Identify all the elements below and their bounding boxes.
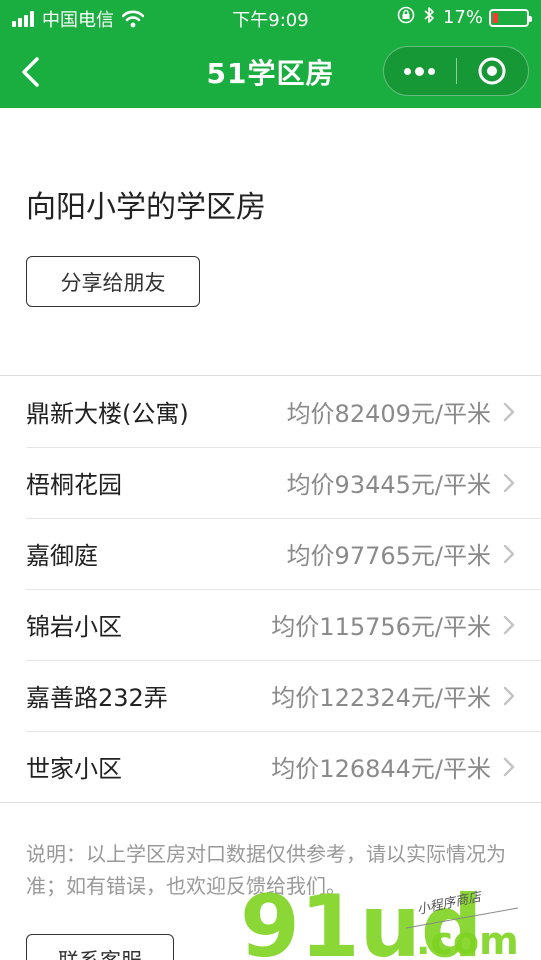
share-to-friends-button[interactable]: 分享给朋友 — [26, 256, 200, 307]
status-bar: 中国电信 下午9:09 17% — [0, 0, 541, 36]
app-header: 中国电信 下午9:09 17% 51学区房 — [0, 0, 541, 108]
battery-icon — [489, 8, 532, 27]
school-district-listings: 鼎新大楼(公寓) 均价82409元/平米 梧桐花园 均价93445元/平米 嘉御… — [0, 375, 541, 803]
listing-name: 嘉御庭 — [26, 542, 98, 570]
chevron-right-icon — [503, 686, 515, 706]
listing-name: 世家小区 — [26, 755, 122, 783]
close-mini-program-button[interactable] — [457, 46, 529, 96]
listing-row[interactable]: 世家小区 均价126844元/平米 — [0, 731, 541, 802]
navigation-bar: 51学区房 — [0, 36, 541, 108]
watermark-domain-text: .com — [416, 919, 519, 960]
section-heading: 向阳小学的学区房 — [26, 190, 266, 225]
more-dots-icon — [402, 66, 437, 76]
listing-name: 鼎新大楼(公寓) — [26, 400, 189, 428]
mini-program-page: 中国电信 下午9:09 17% 51学区房 向阳小学的学区房 分享给朋友 鼎新大… — [0, 0, 541, 960]
listing-average-price: 均价126844元/平米 — [271, 755, 491, 783]
listing-name: 嘉善路232弄 — [26, 684, 168, 712]
battery-percent: 17% — [442, 7, 483, 28]
listing-row[interactable]: 嘉善路232弄 均价122324元/平米 — [0, 660, 541, 731]
contact-support-button[interactable]: 联系客服 — [26, 934, 174, 960]
listing-average-price: 均价115756元/平米 — [271, 613, 491, 641]
chevron-right-icon — [503, 615, 515, 635]
mini-program-capsule — [383, 46, 529, 96]
target-close-icon — [478, 57, 506, 85]
listing-row[interactable]: 梧桐花园 均价93445元/平米 — [0, 447, 541, 518]
listing-row[interactable]: 鼎新大楼(公寓) 均价82409元/平米 — [0, 376, 541, 447]
listing-row[interactable]: 嘉御庭 均价97765元/平米 — [0, 518, 541, 589]
listing-row[interactable]: 锦岩小区 均价115756元/平米 — [0, 589, 541, 660]
chevron-right-icon — [503, 473, 515, 493]
listing-average-price: 均价93445元/平米 — [286, 471, 491, 499]
chevron-right-icon — [503, 402, 515, 422]
battery-level-fill — [493, 12, 498, 23]
rotation-lock-icon — [397, 6, 415, 29]
chevron-right-icon — [503, 757, 515, 777]
listing-average-price: 均价82409元/平米 — [286, 400, 491, 428]
watermark-logo: 91ud .com 小程序商店 — [238, 877, 538, 960]
status-bar-right: 17% — [389, 6, 532, 29]
listing-average-price: 均价122324元/平米 — [271, 684, 491, 712]
chevron-right-icon — [503, 544, 515, 564]
listing-name: 梧桐花园 — [26, 471, 122, 499]
bluetooth-icon — [423, 6, 435, 29]
listing-average-price: 均价97765元/平米 — [286, 542, 491, 570]
listing-name: 锦岩小区 — [26, 613, 122, 641]
more-menu-button[interactable] — [384, 46, 456, 96]
